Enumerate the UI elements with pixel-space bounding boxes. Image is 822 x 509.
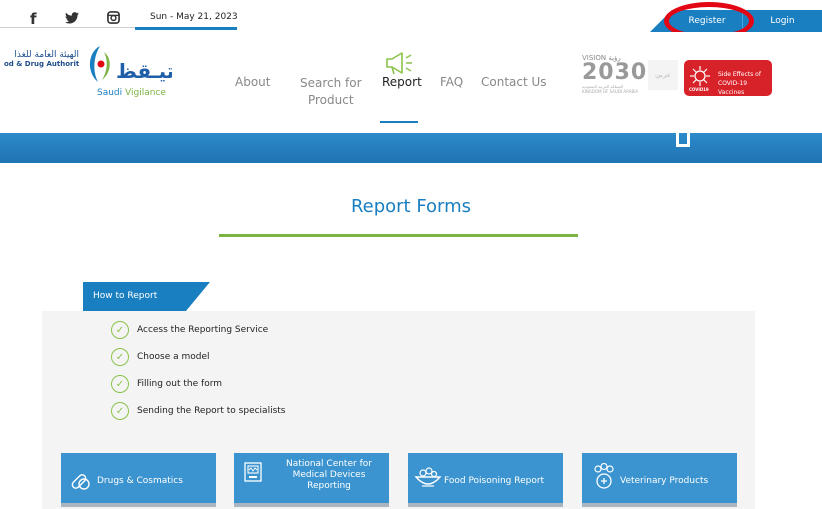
food-bowl-icon: [414, 467, 442, 487]
step-item: ✓ Access the Reporting Service: [111, 320, 268, 340]
card-drugs-cosmetics[interactable]: Drugs & Cosmatics: [61, 453, 216, 507]
device-icon: [244, 462, 262, 482]
nav-contact-us[interactable]: Contact Us: [481, 75, 547, 89]
sfda-arabic-name: الهيئة العامة للغذا: [14, 50, 79, 60]
how-to-report-tab[interactable]: How to Report: [83, 282, 210, 311]
top-bar: f Sun - May 21, 2023 Register Login: [0, 0, 822, 40]
vision-subtitle: المملكة العربية السعودية KINGDOM OF SAUD…: [582, 84, 639, 94]
nav-search-for-product[interactable]: Search for Product: [300, 75, 362, 109]
date-underline: [135, 27, 237, 30]
page-title: Report Forms: [350, 196, 472, 217]
twitter-icon[interactable]: [64, 10, 79, 28]
hero-banner: [0, 133, 822, 163]
covid-vaccine-side-effects-button[interactable]: Side Effects of COVID-19 Vaccines COVID1…: [684, 60, 772, 96]
card-medical-devices[interactable]: National Center for Medical Devices Repo…: [234, 453, 389, 507]
how-to-report-label: How to Report: [93, 291, 158, 301]
nav-report[interactable]: Report: [382, 75, 422, 89]
nav-faq[interactable]: FAQ: [440, 75, 463, 89]
vision-year: 2030: [582, 60, 648, 85]
step-item: ✓ Sending the Report to specialists: [111, 401, 285, 421]
current-date: Sun - May 21, 2023: [150, 12, 238, 22]
check-circle-icon: ✓: [111, 348, 129, 366]
facebook-icon[interactable]: f: [30, 10, 37, 28]
nav-active-underline: [380, 121, 418, 123]
instagram-icon[interactable]: [106, 10, 120, 28]
sfda-logo[interactable]: الهيئة العامة للغذا od & Drug Authority: [4, 50, 79, 68]
sfda-english-name: od & Drug Authority: [4, 60, 79, 68]
virus-icon: [690, 66, 710, 86]
covid-label: Side Effects of COVID-19 Vaccines: [718, 71, 761, 96]
vision-2030-logo: VISION رؤية 2030 المملكة العربية السعودي…: [582, 54, 648, 114]
covid-badge: COVID19: [689, 87, 709, 92]
logo-english-text: Saudi Vigilance: [97, 88, 166, 98]
megaphone-icon: [386, 52, 412, 75]
card-veterinary-products[interactable]: Veterinary Products: [582, 453, 737, 507]
saudi-vigilance-logo[interactable]: تيـقظ Saudi Vigilance: [82, 38, 174, 103]
step-item: ✓ Filling out the form: [111, 374, 222, 394]
vigilance-mark-icon: تيـقظ: [89, 46, 174, 83]
check-circle-icon: ✓: [111, 402, 129, 420]
step-item: ✓ Choose a model: [111, 347, 210, 367]
paw-icon: [594, 463, 614, 489]
check-circle-icon: ✓: [111, 375, 129, 393]
logo-arabic-text: تيـقظ: [116, 59, 172, 83]
login-button[interactable]: Login: [742, 10, 822, 32]
banner-decoration: [676, 133, 690, 147]
nav-about[interactable]: About: [235, 75, 270, 89]
pills-icon: [71, 474, 90, 490]
check-circle-icon: ✓: [111, 321, 129, 339]
title-underline: [219, 234, 578, 237]
language-switch[interactable]: عربي: [648, 60, 678, 90]
card-food-poisoning[interactable]: Food Poisoning Report: [408, 453, 563, 507]
